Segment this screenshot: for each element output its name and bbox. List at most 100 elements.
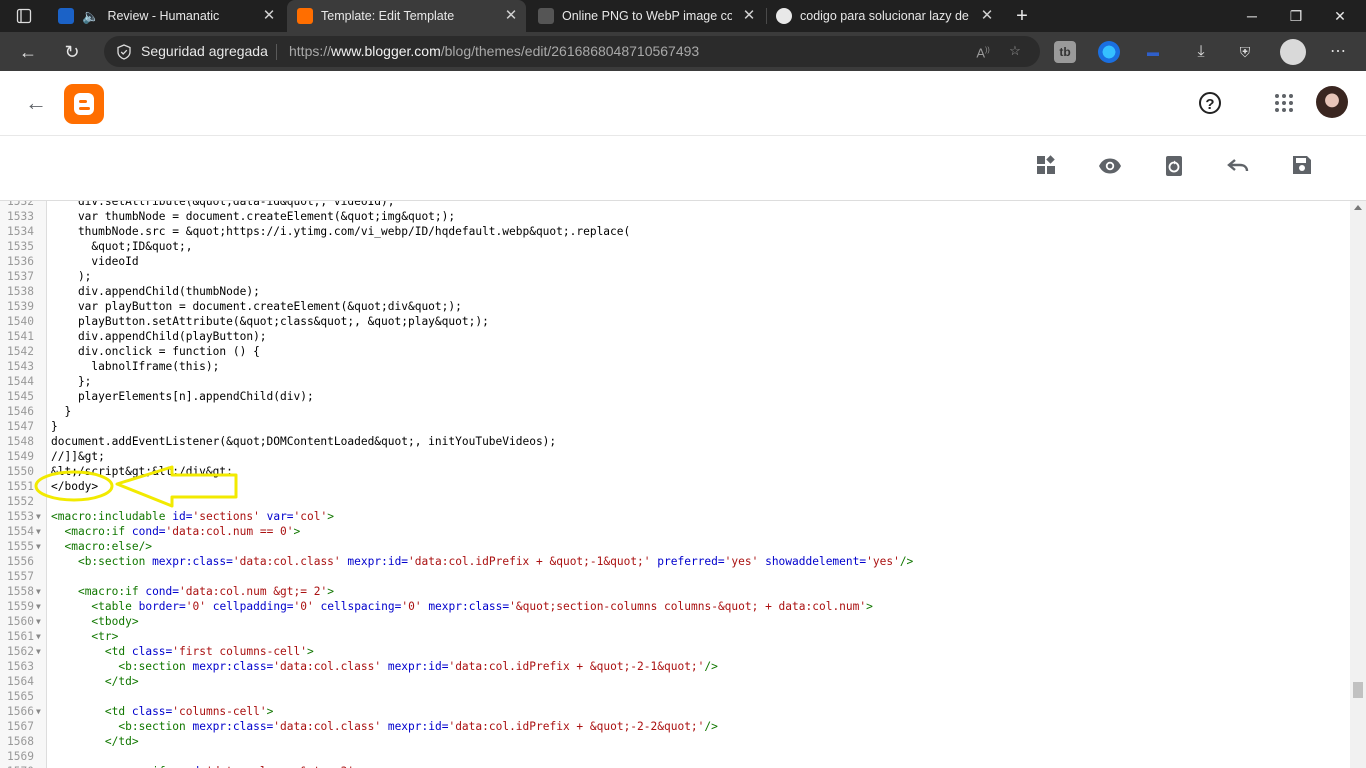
code-text: playButton.setAttribute(&quot;class&quot… — [51, 315, 489, 328]
help-icon[interactable]: ? — [1199, 92, 1221, 114]
code-line[interactable]: 1552 — [0, 494, 1350, 509]
fold-toggle-icon[interactable]: ▼ — [36, 599, 41, 614]
minimize-icon[interactable]: ─ — [1230, 0, 1274, 32]
code-line[interactable]: 1559 ▼ <table border='0' cellpadding='0' … — [0, 599, 1350, 614]
code-text: ); — [51, 270, 92, 283]
code-line[interactable]: 1558 ▼ <macro:if cond='data:col.num &gt;=… — [0, 584, 1350, 599]
profile-icon[interactable] — [1280, 39, 1306, 65]
code-line[interactable]: 1557 — [0, 569, 1350, 584]
close-tab-icon[interactable]: ✕ — [502, 7, 520, 25]
security-indicator[interactable]: Seguridad agregada — [116, 36, 268, 67]
code-line[interactable]: 1543 labnolIframe(this); — [0, 359, 1350, 374]
fold-toggle-icon[interactable]: ▼ — [36, 584, 41, 599]
code-line[interactable]: 1560 ▼ <tbody> — [0, 614, 1350, 629]
code-editor[interactable]: 1532 div.setAttribute(&quot;data-id&quot… — [0, 201, 1366, 768]
more-menu-icon[interactable]: ⋯ — [1327, 41, 1349, 63]
fold-toggle-icon[interactable]: ▼ — [36, 644, 41, 659]
fold-toggle-icon[interactable]: ▼ — [36, 704, 41, 719]
new-tab-icon[interactable]: + — [1000, 0, 1044, 32]
code-line[interactable]: 1534 thumbNode.src = &quot;https://i.yti… — [0, 224, 1350, 239]
code-line[interactable]: 1570 <macro:if cond='data:col.num &gt;= … — [0, 764, 1350, 768]
back-arrow-icon[interactable]: ← — [24, 91, 48, 115]
tab-template-edit[interactable]: Template: Edit Template ✕ — [287, 0, 526, 32]
code-line[interactable]: 1546 } — [0, 404, 1350, 419]
code-line[interactable]: 1542 div.onclick = function () { — [0, 344, 1350, 359]
close-tab-icon[interactable]: ✕ — [260, 7, 278, 25]
extension-tb-icon[interactable]: tb — [1054, 41, 1076, 63]
fold-toggle-icon[interactable]: ▼ — [36, 539, 41, 554]
code-line[interactable]: 1533 var thumbNode = document.createElem… — [0, 209, 1350, 224]
speaker-icon[interactable]: 🔈 — [82, 8, 99, 25]
code-line[interactable]: 1563 <b:section mexpr:class='data:col.cl… — [0, 659, 1350, 674]
tab-codigo-lazy[interactable]: codigo para solucionar lazy de yc ✕ — [768, 0, 1002, 32]
code-line[interactable]: 1553 ▼ <macro:includable id='sections' var… — [0, 509, 1350, 524]
back-icon[interactable]: ← — [14, 38, 42, 66]
tab-actions-icon[interactable] — [4, 0, 44, 32]
code-line[interactable]: 1555 ▼ <macro:else/> — [0, 539, 1350, 554]
code-line[interactable]: 1565 — [0, 689, 1350, 704]
code-text: var thumbNode = document.createElement(&… — [51, 210, 456, 223]
code-line[interactable]: 1538 div.appendChild(thumbNode); — [0, 284, 1350, 299]
fold-toggle-icon[interactable]: ▼ — [36, 509, 41, 524]
downloads-icon[interactable]: ⤓ — [1190, 41, 1212, 63]
code-line[interactable]: 1535 &quot;ID&quot;, — [0, 239, 1350, 254]
scrollbar-thumb[interactable] — [1353, 682, 1363, 698]
refresh-icon[interactable]: ↻ — [58, 38, 86, 66]
line-number: 1568 — [7, 735, 34, 748]
browser-essentials-icon[interactable]: ⛨ — [1234, 41, 1256, 63]
restore-theme-icon[interactable] — [1162, 154, 1186, 178]
code-line[interactable]: 1532 div.setAttribute(&quot;data-id&quot… — [0, 201, 1350, 209]
code-line[interactable]: 1539 var playButton = document.createEle… — [0, 299, 1350, 314]
scroll-up-arrow-icon[interactable] — [1354, 205, 1362, 210]
preview-eye-icon[interactable] — [1098, 154, 1122, 178]
edge-collections-icon[interactable] — [1098, 41, 1120, 63]
tab-review-humanatic[interactable]: 🔈 Review - Humanatic ✕ — [50, 0, 284, 32]
code-line[interactable]: 1536 videoId — [0, 254, 1350, 269]
code-line[interactable]: 1540 playButton.setAttribute(&quot;class… — [0, 314, 1350, 329]
code-line[interactable]: 1562 ▼ <td class='first columns-cell'> — [0, 644, 1350, 659]
line-number: 1547 — [7, 420, 34, 433]
apps-grid-icon[interactable] — [1275, 94, 1293, 112]
code-text: </td> — [104, 735, 139, 748]
code-line[interactable]: 1537 ); — [0, 269, 1350, 284]
read-aloud-icon[interactable]: A)) — [972, 40, 994, 62]
extension-blue-icon[interactable]: ▬ — [1142, 41, 1164, 63]
add-favorite-icon[interactable]: ☆ — [1004, 40, 1026, 62]
code-line[interactable]: 1561 ▼ <tr> — [0, 629, 1350, 644]
close-tab-icon[interactable]: ✕ — [740, 7, 758, 25]
account-avatar[interactable] — [1316, 86, 1348, 118]
code-line[interactable]: 1541 div.appendChild(playButton); — [0, 329, 1350, 344]
code-line[interactable]: 1569 — [0, 749, 1350, 764]
url-bar[interactable]: Seguridad agregada https://www.blogger.c… — [104, 36, 1040, 67]
undo-icon[interactable] — [1226, 154, 1250, 178]
code-line[interactable]: 1567 <b:section mexpr:class='data:col.cl… — [0, 719, 1350, 734]
code-text: <tr> — [91, 630, 119, 643]
fold-toggle-icon[interactable]: ▼ — [36, 524, 41, 539]
code-line[interactable]: 1544 }; — [0, 374, 1350, 389]
code-line[interactable]: 1547} — [0, 419, 1350, 434]
close-window-icon[interactable]: ✕ — [1318, 0, 1362, 32]
code-line[interactable]: 1568 </td> — [0, 734, 1350, 749]
code-line[interactable]: 1566 ▼ <td class='columns-cell'> — [0, 704, 1350, 719]
close-tab-icon[interactable]: ✕ — [978, 7, 996, 25]
fold-toggle-icon[interactable]: ▼ — [36, 614, 41, 629]
save-icon[interactable] — [1290, 154, 1314, 178]
tab-png-to-webp[interactable]: Online PNG to WebP image conv ✕ — [530, 0, 764, 32]
code-text: <macro:if cond='data:col.num == 0'> — [64, 525, 301, 538]
code-line[interactable]: 1549 //]]&gt; — [0, 449, 1350, 464]
code-line[interactable]: 1550 &lt;/script&gt;&lt;/div&gt; — [0, 464, 1350, 479]
code-line[interactable]: 1564 </td> — [0, 674, 1350, 689]
code-text: labnolIframe(this); — [51, 360, 220, 373]
fold-toggle-icon[interactable]: ▼ — [36, 629, 41, 644]
blogger-logo-icon[interactable] — [64, 84, 104, 124]
code-line[interactable]: 1551 </body> — [0, 479, 1350, 494]
code-line[interactable]: 1556 <b:section mexpr:class='data:col.cl… — [0, 554, 1350, 569]
code-line[interactable]: 1548 document.addEventListener(&quot;DOMC… — [0, 434, 1350, 449]
code-line[interactable]: 1554 ▼ <macro:if cond='data:col.num == 0'… — [0, 524, 1350, 539]
url-text[interactable]: https://www.blogger.com/blog/themes/edit… — [289, 36, 699, 67]
editor-scrollbar[interactable] — [1350, 201, 1366, 768]
jump-to-widget-icon[interactable] — [1034, 154, 1058, 178]
restore-icon[interactable]: ❐ — [1274, 0, 1318, 32]
code-lines[interactable]: 1532 div.setAttribute(&quot;data-id&quot… — [0, 201, 1350, 768]
code-line[interactable]: 1545 playerElements[n].appendChild(div); — [0, 389, 1350, 404]
